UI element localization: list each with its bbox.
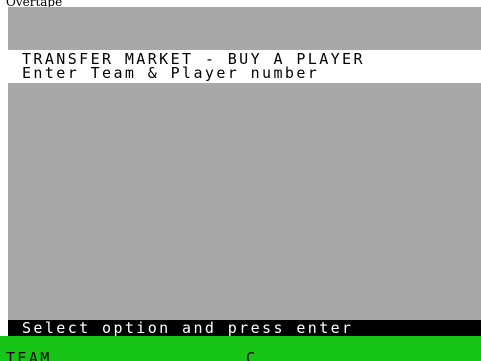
input-bar[interactable]: [0, 336, 481, 361]
prompt-text: Select option and press enter: [22, 319, 354, 337]
team-input-label: TEAM: [6, 349, 52, 361]
screen-subtitle: Enter Team & Player number: [22, 64, 320, 82]
game-screen: Overtape TRANSFER MARKET - BUY A PLAYER …: [0, 0, 481, 361]
input-cursor[interactable]: C: [246, 351, 255, 361]
